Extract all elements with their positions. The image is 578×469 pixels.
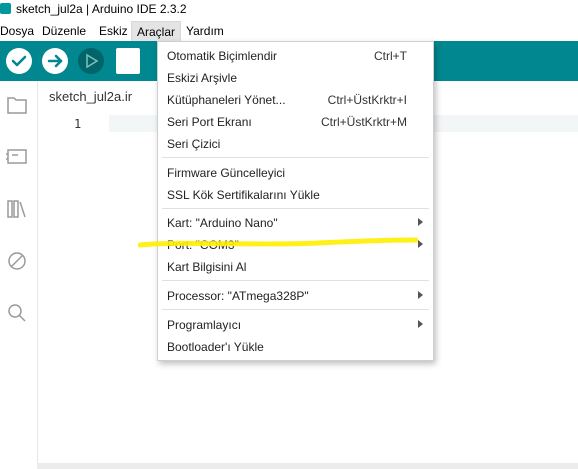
debug-button[interactable] — [78, 48, 104, 74]
menu-item-manage-libraries[interactable]: Kütüphaneleri Yönet... Ctrl+ÜstKrktr+I — [158, 89, 433, 111]
board-icon[interactable] — [5, 144, 29, 168]
board-selector[interactable] — [116, 48, 140, 74]
menu-separator — [162, 208, 429, 209]
search-icon[interactable] — [5, 301, 29, 325]
menu-item-processor[interactable]: Processor: "ATmega328P" — [158, 285, 433, 307]
menu-eskiz[interactable]: Eskiz — [99, 24, 128, 38]
submenu-arrow-icon — [418, 240, 423, 248]
title-bar: sketch_jul2a | Arduino IDE 2.3.2 — [0, 0, 578, 20]
menu-dosya[interactable]: Dosya — [0, 24, 34, 38]
submenu-arrow-icon — [418, 218, 423, 226]
menu-item-board-info[interactable]: Kart Bilgisini Al — [158, 256, 433, 278]
debug-icon[interactable] — [5, 249, 29, 273]
menu-item-burn-bootloader[interactable]: Bootloader'ı Yükle — [158, 336, 433, 358]
arduino-icon — [0, 3, 11, 14]
library-icon[interactable] — [5, 197, 29, 221]
window-title: sketch_jul2a | Arduino IDE 2.3.2 — [16, 2, 187, 16]
highlight-marker — [138, 237, 418, 248]
submenu-arrow-icon — [418, 291, 423, 299]
menu-bar: Dosya Düzenle Eskiz Araçlar Yardım — [0, 20, 578, 43]
menu-araclar[interactable]: Araçlar — [131, 21, 182, 43]
upload-button[interactable] — [42, 48, 68, 74]
menu-item-serial-monitor[interactable]: Seri Port Ekranı Ctrl+ÜstKrktr+M — [158, 111, 433, 133]
menu-item-programmer[interactable]: Programlayıcı — [158, 314, 433, 336]
debug-icon — [86, 53, 99, 69]
menu-yardim[interactable]: Yardım — [186, 24, 224, 38]
menu-duzenle[interactable]: Düzenle — [42, 24, 86, 38]
tools-dropdown-menu: Otomatik Biçimlendir Ctrl+T Eskizi Arşiv… — [157, 41, 434, 361]
verify-icon — [11, 55, 27, 67]
tab-sketch[interactable]: sketch_jul2a.ir — [49, 89, 132, 104]
menu-separator — [162, 157, 429, 158]
menu-item-board[interactable]: Kart: "Arduino Nano" — [158, 212, 433, 234]
menu-item-auto-format[interactable]: Otomatik Biçimlendir Ctrl+T — [158, 45, 433, 67]
sidebar — [0, 81, 38, 469]
menu-item-archive-sketch[interactable]: Eskizi Arşivle — [158, 67, 433, 89]
upload-icon — [47, 54, 63, 68]
menu-separator — [162, 280, 429, 281]
verify-button[interactable] — [6, 48, 32, 74]
line-number: 1 — [74, 117, 82, 131]
folder-icon[interactable] — [5, 93, 29, 117]
menu-separator — [162, 309, 429, 310]
menu-item-firmware-updater[interactable]: Firmware Güncelleyici — [158, 162, 433, 184]
status-bar — [37, 463, 578, 469]
menu-item-upload-ssl[interactable]: SSL Kök Sertifikalarını Yükle — [158, 184, 433, 206]
submenu-arrow-icon — [418, 320, 423, 328]
menu-item-serial-plotter[interactable]: Seri Çizici — [158, 133, 433, 155]
